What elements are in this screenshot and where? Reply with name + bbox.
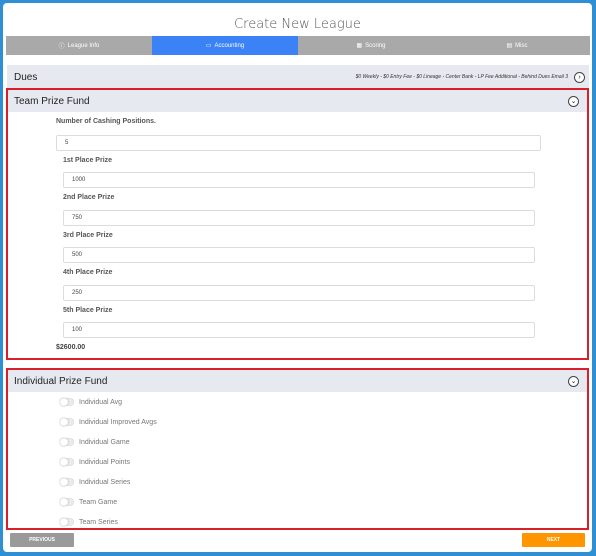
dues-panel-header[interactable]: Dues $0 Weekly - $0 Entry Fee - $0 Linea… xyxy=(7,65,589,89)
team-prize-fund-title: Team Prize Fund xyxy=(14,95,90,107)
tab-label: Scoring xyxy=(365,42,386,49)
info-icon: ⓘ xyxy=(58,44,65,50)
cashing-positions-input[interactable]: 5 xyxy=(56,135,541,151)
toggle-switch[interactable] xyxy=(60,478,74,486)
tab-accounting[interactable]: ▭ Accounting xyxy=(152,36,298,55)
toggle-switch[interactable] xyxy=(60,518,74,526)
toggle-individual-avg[interactable]: Individual Avg xyxy=(60,398,122,406)
place-prize-label: 5th Place Prize xyxy=(63,307,113,314)
tab-misc[interactable]: ▤ Misc xyxy=(444,36,590,55)
chevron-down-icon[interactable]: ⌄ xyxy=(568,375,579,387)
toggle-switch[interactable] xyxy=(60,418,74,426)
dues-title: Dues xyxy=(14,71,38,83)
toggle-individual-series[interactable]: Individual Series xyxy=(60,478,130,486)
dues-summary: $0 Weekly - $0 Entry Fee - $0 Lineage - … xyxy=(355,74,568,80)
tab-label: League Info xyxy=(67,42,100,49)
create-league-window: Create New League ⓘ League Info ▭ Accoun… xyxy=(3,3,592,552)
team-prize-fund-header[interactable]: Team Prize Fund ⌄ xyxy=(8,90,587,112)
toggle-switch[interactable] xyxy=(60,398,74,406)
toggle-label: Team Game xyxy=(79,498,118,506)
next-button[interactable]: NEXT xyxy=(522,533,585,547)
wizard-tabs: ⓘ League Info ▭ Accounting ▦ Scoring ▤ M… xyxy=(6,36,590,55)
toggle-individual-game[interactable]: Individual Game xyxy=(60,438,130,446)
team-prize-fund-panel: Team Prize Fund ⌄ Number of Cashing Posi… xyxy=(6,88,589,360)
toggle-label: Individual Series xyxy=(79,478,131,486)
calendar-icon: ▦ xyxy=(356,43,363,49)
tab-league-info[interactable]: ⓘ League Info xyxy=(6,36,152,55)
place-prize-label: 2nd Place Prize xyxy=(63,194,115,201)
second-place-prize-input[interactable]: 750 xyxy=(63,210,535,226)
toggle-label: Individual Points xyxy=(79,458,130,466)
individual-prize-fund-panel: Individual Prize Fund ⌄ Individual Avg I… xyxy=(6,368,589,530)
toggle-individual-improved-avgs[interactable]: Individual Improved Avgs xyxy=(60,418,157,426)
cashing-positions-label: Number of Cashing Positions. xyxy=(56,118,156,125)
toggle-label: Team Series xyxy=(79,518,118,526)
individual-prize-fund-header[interactable]: Individual Prize Fund ⌄ xyxy=(8,370,587,392)
fifth-place-prize-input[interactable]: 100 xyxy=(63,322,535,338)
toggle-switch[interactable] xyxy=(60,458,74,466)
toggle-team-game[interactable]: Team Game xyxy=(60,498,117,506)
toggle-label: Individual Avg xyxy=(79,398,123,406)
chevron-right-icon[interactable]: › xyxy=(574,71,585,83)
tab-scoring[interactable]: ▦ Scoring xyxy=(298,36,444,55)
place-prize-label: 1st Place Prize xyxy=(63,157,113,164)
tab-label: Accounting xyxy=(214,42,245,49)
fourth-place-prize-input[interactable]: 250 xyxy=(63,285,535,301)
prize-fund-total: $2600.00 xyxy=(56,344,86,351)
chevron-down-icon[interactable]: ⌄ xyxy=(568,95,579,107)
previous-button[interactable]: PREVIOUS xyxy=(10,533,74,547)
individual-prize-fund-title: Individual Prize Fund xyxy=(14,375,108,387)
page-title: Create New League xyxy=(234,17,361,32)
toggle-individual-points[interactable]: Individual Points xyxy=(60,458,130,466)
toggle-team-series[interactable]: Team Series xyxy=(60,518,118,526)
toggle-switch[interactable] xyxy=(60,438,74,446)
tab-label: Misc xyxy=(515,42,528,49)
money-icon: ▭ xyxy=(205,43,212,49)
toggle-label: Individual Improved Avgs xyxy=(79,418,157,426)
document-icon: ▤ xyxy=(506,43,513,49)
place-prize-label: 3rd Place Prize xyxy=(63,232,113,239)
first-place-prize-input[interactable]: 1000 xyxy=(63,172,535,188)
place-prize-label: 4th Place Prize xyxy=(63,269,113,276)
third-place-prize-input[interactable]: 500 xyxy=(63,247,535,263)
toggle-switch[interactable] xyxy=(60,498,74,506)
toggle-label: Individual Game xyxy=(79,438,130,446)
